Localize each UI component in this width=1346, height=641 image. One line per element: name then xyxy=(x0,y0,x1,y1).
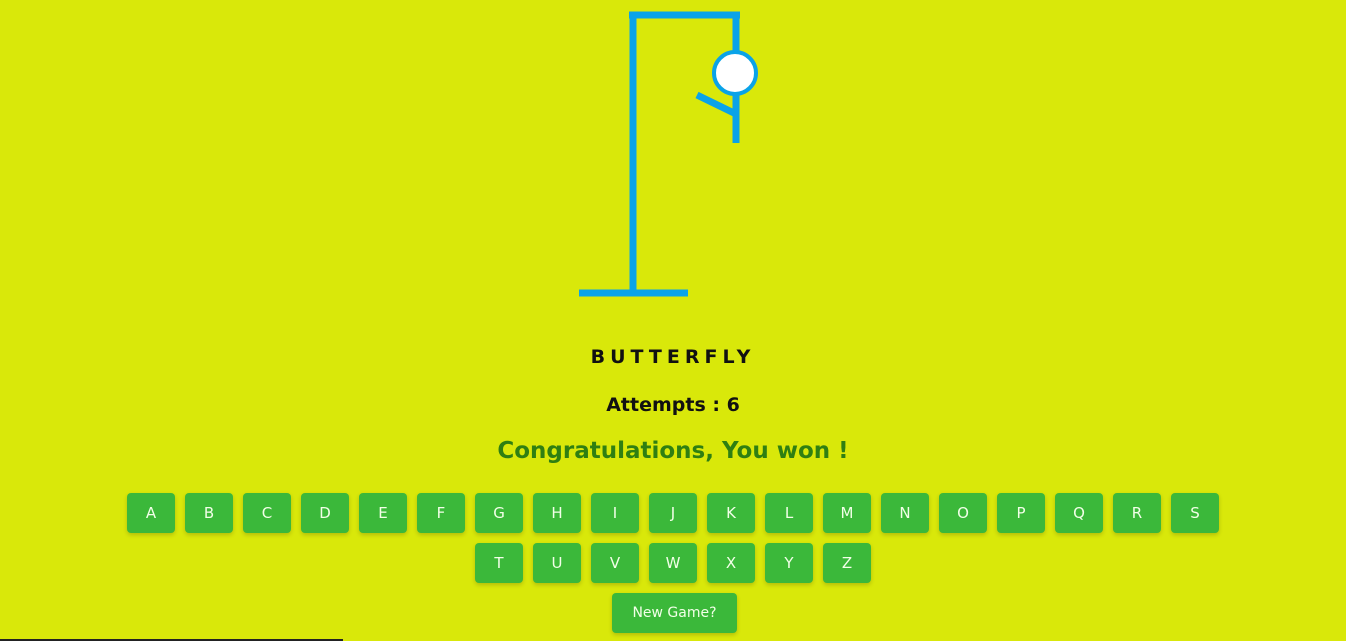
new-game-button[interactable]: New Game? xyxy=(612,593,737,633)
letter-key-s[interactable]: S xyxy=(1171,493,1219,533)
letter-key-a[interactable]: A xyxy=(127,493,175,533)
letter-key-q[interactable]: Q xyxy=(1055,493,1103,533)
letter-key-y[interactable]: Y xyxy=(765,543,813,583)
keyboard-row-1: ABCDEFGHIJKLMNOPQRS xyxy=(0,493,1346,533)
letter-key-l[interactable]: L xyxy=(765,493,813,533)
letter-key-z[interactable]: Z xyxy=(823,543,871,583)
keyboard-row-2: TUVWXYZ xyxy=(0,543,1346,583)
guessed-word: BUTTERFLY xyxy=(590,346,756,368)
letter-key-b[interactable]: B xyxy=(185,493,233,533)
hangman-left-arm xyxy=(695,91,738,118)
letter-key-j[interactable]: J xyxy=(649,493,697,533)
result-message: Congratulations, You won ! xyxy=(497,438,849,464)
letter-key-u[interactable]: U xyxy=(533,543,581,583)
letter-key-t[interactable]: T xyxy=(475,543,523,583)
hangman-drawing xyxy=(579,11,758,297)
letter-key-h[interactable]: H xyxy=(533,493,581,533)
letter-key-p[interactable]: P xyxy=(997,493,1045,533)
letter-key-i[interactable]: I xyxy=(591,493,639,533)
letter-key-n[interactable]: N xyxy=(881,493,929,533)
letter-key-k[interactable]: K xyxy=(707,493,755,533)
attempts-counter: Attempts : 6 xyxy=(606,394,740,416)
letter-key-v[interactable]: V xyxy=(591,543,639,583)
letter-key-m[interactable]: M xyxy=(823,493,871,533)
letter-key-w[interactable]: W xyxy=(649,543,697,583)
letter-key-r[interactable]: R xyxy=(1113,493,1161,533)
letter-key-g[interactable]: G xyxy=(475,493,523,533)
letter-key-o[interactable]: O xyxy=(939,493,987,533)
letter-key-x[interactable]: X xyxy=(707,543,755,583)
letter-key-f[interactable]: F xyxy=(417,493,465,533)
letter-key-d[interactable]: D xyxy=(301,493,349,533)
letter-key-e[interactable]: E xyxy=(359,493,407,533)
letter-key-c[interactable]: C xyxy=(243,493,291,533)
hangman-head xyxy=(712,50,758,96)
